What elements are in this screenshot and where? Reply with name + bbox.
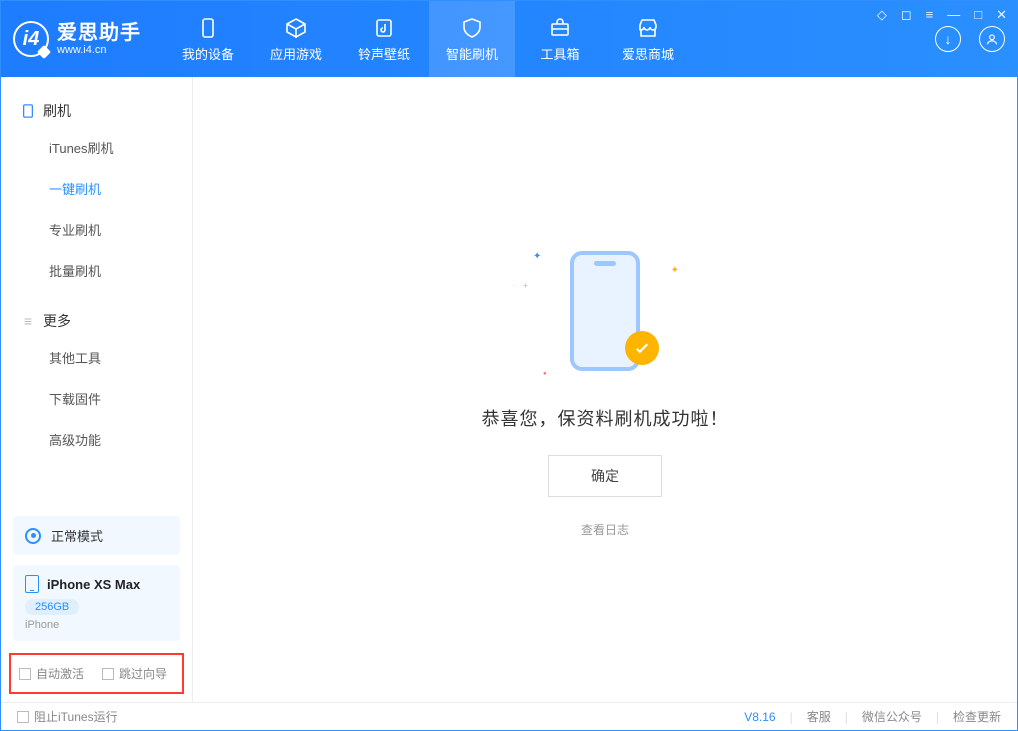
close-button[interactable]: ✕ [996, 7, 1007, 23]
logo-icon: i4 [13, 21, 49, 57]
ok-button[interactable]: 确定 [548, 455, 662, 497]
nav-label: 我的设备 [182, 44, 234, 63]
maximize-button[interactable]: □ [974, 7, 982, 23]
nav-toolbox[interactable]: 工具箱 [517, 1, 603, 77]
sidebar-item-onekey[interactable]: 一键刷机 [1, 168, 192, 209]
nav-my-device[interactable]: 我的设备 [165, 1, 251, 77]
minimize-button[interactable]: — [947, 7, 960, 23]
checkbox-label: 自动激活 [36, 665, 84, 682]
music-icon [372, 16, 396, 40]
success-illustration: ✦ ✦ ● + [525, 241, 685, 381]
cube-icon [284, 16, 308, 40]
theme-icon[interactable]: ◇ [877, 7, 887, 23]
nav-apps[interactable]: 应用游戏 [253, 1, 339, 77]
sidebar-item-itunes[interactable]: iTunes刷机 [1, 127, 192, 168]
sparkle-icon: + [523, 281, 528, 290]
body: 刷机 iTunes刷机 一键刷机 专业刷机 批量刷机 ≡ 更多 其他工具 下载固… [1, 77, 1017, 702]
device-mode[interactable]: 正常模式 [13, 516, 180, 555]
checkbox-icon [102, 668, 114, 680]
sparkle-icon: ✦ [671, 265, 679, 276]
checkbox-auto-activate[interactable]: 自动激活 [19, 665, 84, 682]
header-actions: ↓ [935, 26, 1005, 52]
device-panel: 正常模式 iPhone XS Max 256GB iPhone 自动激活 跳过向… [1, 516, 192, 702]
checkbox-icon [19, 668, 31, 680]
nav-flash[interactable]: 智能刷机 [429, 1, 515, 77]
logo[interactable]: i4 爱思助手 www.i4.cn [13, 21, 141, 57]
checkbox-skip-guide[interactable]: 跳过向导 [102, 665, 167, 682]
wechat-link[interactable]: 微信公众号 [862, 708, 922, 725]
menu-icon[interactable]: ≡ [926, 7, 934, 23]
feedback-icon[interactable]: ◻ [901, 7, 912, 23]
nav-label: 智能刷机 [446, 44, 498, 63]
mode-label: 正常模式 [51, 526, 103, 545]
sidebar-item-other[interactable]: 其他工具 [1, 337, 192, 378]
flash-options: 自动激活 跳过向导 [9, 653, 184, 694]
view-log-link[interactable]: 查看日志 [581, 521, 629, 538]
nav-label: 应用游戏 [270, 44, 322, 63]
list-icon: ≡ [21, 314, 35, 328]
support-link[interactable]: 客服 [807, 708, 831, 725]
group-label: 刷机 [43, 101, 71, 121]
sparkle-icon: ✦ [533, 251, 541, 262]
checkbox-icon [17, 711, 29, 723]
user-icon[interactable] [979, 26, 1005, 52]
check-icon [625, 331, 659, 365]
header: ◇ ◻ ≡ — □ ✕ i4 爱思助手 www.i4.cn 我的设备 应用游戏 … [1, 1, 1017, 77]
window-controls: ◇ ◻ ≡ — □ ✕ [877, 7, 1007, 23]
sidebar-item-batch[interactable]: 批量刷机 [1, 250, 192, 291]
brand-text: 爱思助手 www.i4.cn [57, 22, 141, 56]
sparkle-icon: ● [543, 371, 547, 377]
storage-badge: 256GB [25, 599, 79, 615]
update-link[interactable]: 检查更新 [953, 708, 1001, 725]
download-icon[interactable]: ↓ [935, 26, 961, 52]
brand-cn: 爱思助手 [57, 22, 141, 44]
shield-icon [460, 16, 484, 40]
success-message: 恭喜您，保资料刷机成功啦！ [482, 405, 729, 431]
version-label: V8.16 [744, 710, 775, 724]
phone-icon [25, 575, 39, 593]
phone-icon [21, 104, 35, 118]
sidebar-item-pro[interactable]: 专业刷机 [1, 209, 192, 250]
device-name: iPhone XS Max [47, 577, 140, 592]
checkbox-block-itunes[interactable]: 阻止iTunes运行 [17, 708, 118, 725]
store-icon [636, 16, 660, 40]
nav-label: 爱思商城 [622, 44, 674, 63]
separator: | [845, 710, 848, 724]
checkbox-label: 阻止iTunes运行 [34, 708, 118, 725]
sidebar: 刷机 iTunes刷机 一键刷机 专业刷机 批量刷机 ≡ 更多 其他工具 下载固… [1, 77, 193, 702]
toolbox-icon [548, 16, 572, 40]
nav-label: 铃声壁纸 [358, 44, 410, 63]
group-label: 更多 [43, 311, 71, 331]
device-info[interactable]: iPhone XS Max 256GB iPhone [13, 565, 180, 641]
sidebar-item-firmware[interactable]: 下载固件 [1, 378, 192, 419]
footer-right: V8.16 | 客服 | 微信公众号 | 检查更新 [744, 708, 1001, 725]
nav-label: 工具箱 [540, 44, 579, 63]
device-type: iPhone [25, 619, 168, 631]
footer: 阻止iTunes运行 V8.16 | 客服 | 微信公众号 | 检查更新 [1, 702, 1017, 730]
nav: 我的设备 应用游戏 铃声壁纸 智能刷机 工具箱 爱思商城 [165, 1, 691, 77]
separator: | [790, 710, 793, 724]
mode-icon [25, 528, 41, 544]
sidebar-group-more: ≡ 更多 [1, 305, 192, 337]
brand-url: www.i4.cn [57, 44, 141, 56]
device-icon [196, 16, 220, 40]
sidebar-item-advanced[interactable]: 高级功能 [1, 419, 192, 460]
separator: | [936, 710, 939, 724]
sidebar-group-flash: 刷机 [1, 95, 192, 127]
main-content: ✦ ✦ ● + 恭喜您，保资料刷机成功啦！ 确定 查看日志 [193, 77, 1017, 702]
nav-store[interactable]: 爱思商城 [605, 1, 691, 77]
nav-ringtone[interactable]: 铃声壁纸 [341, 1, 427, 77]
checkbox-label: 跳过向导 [119, 665, 167, 682]
